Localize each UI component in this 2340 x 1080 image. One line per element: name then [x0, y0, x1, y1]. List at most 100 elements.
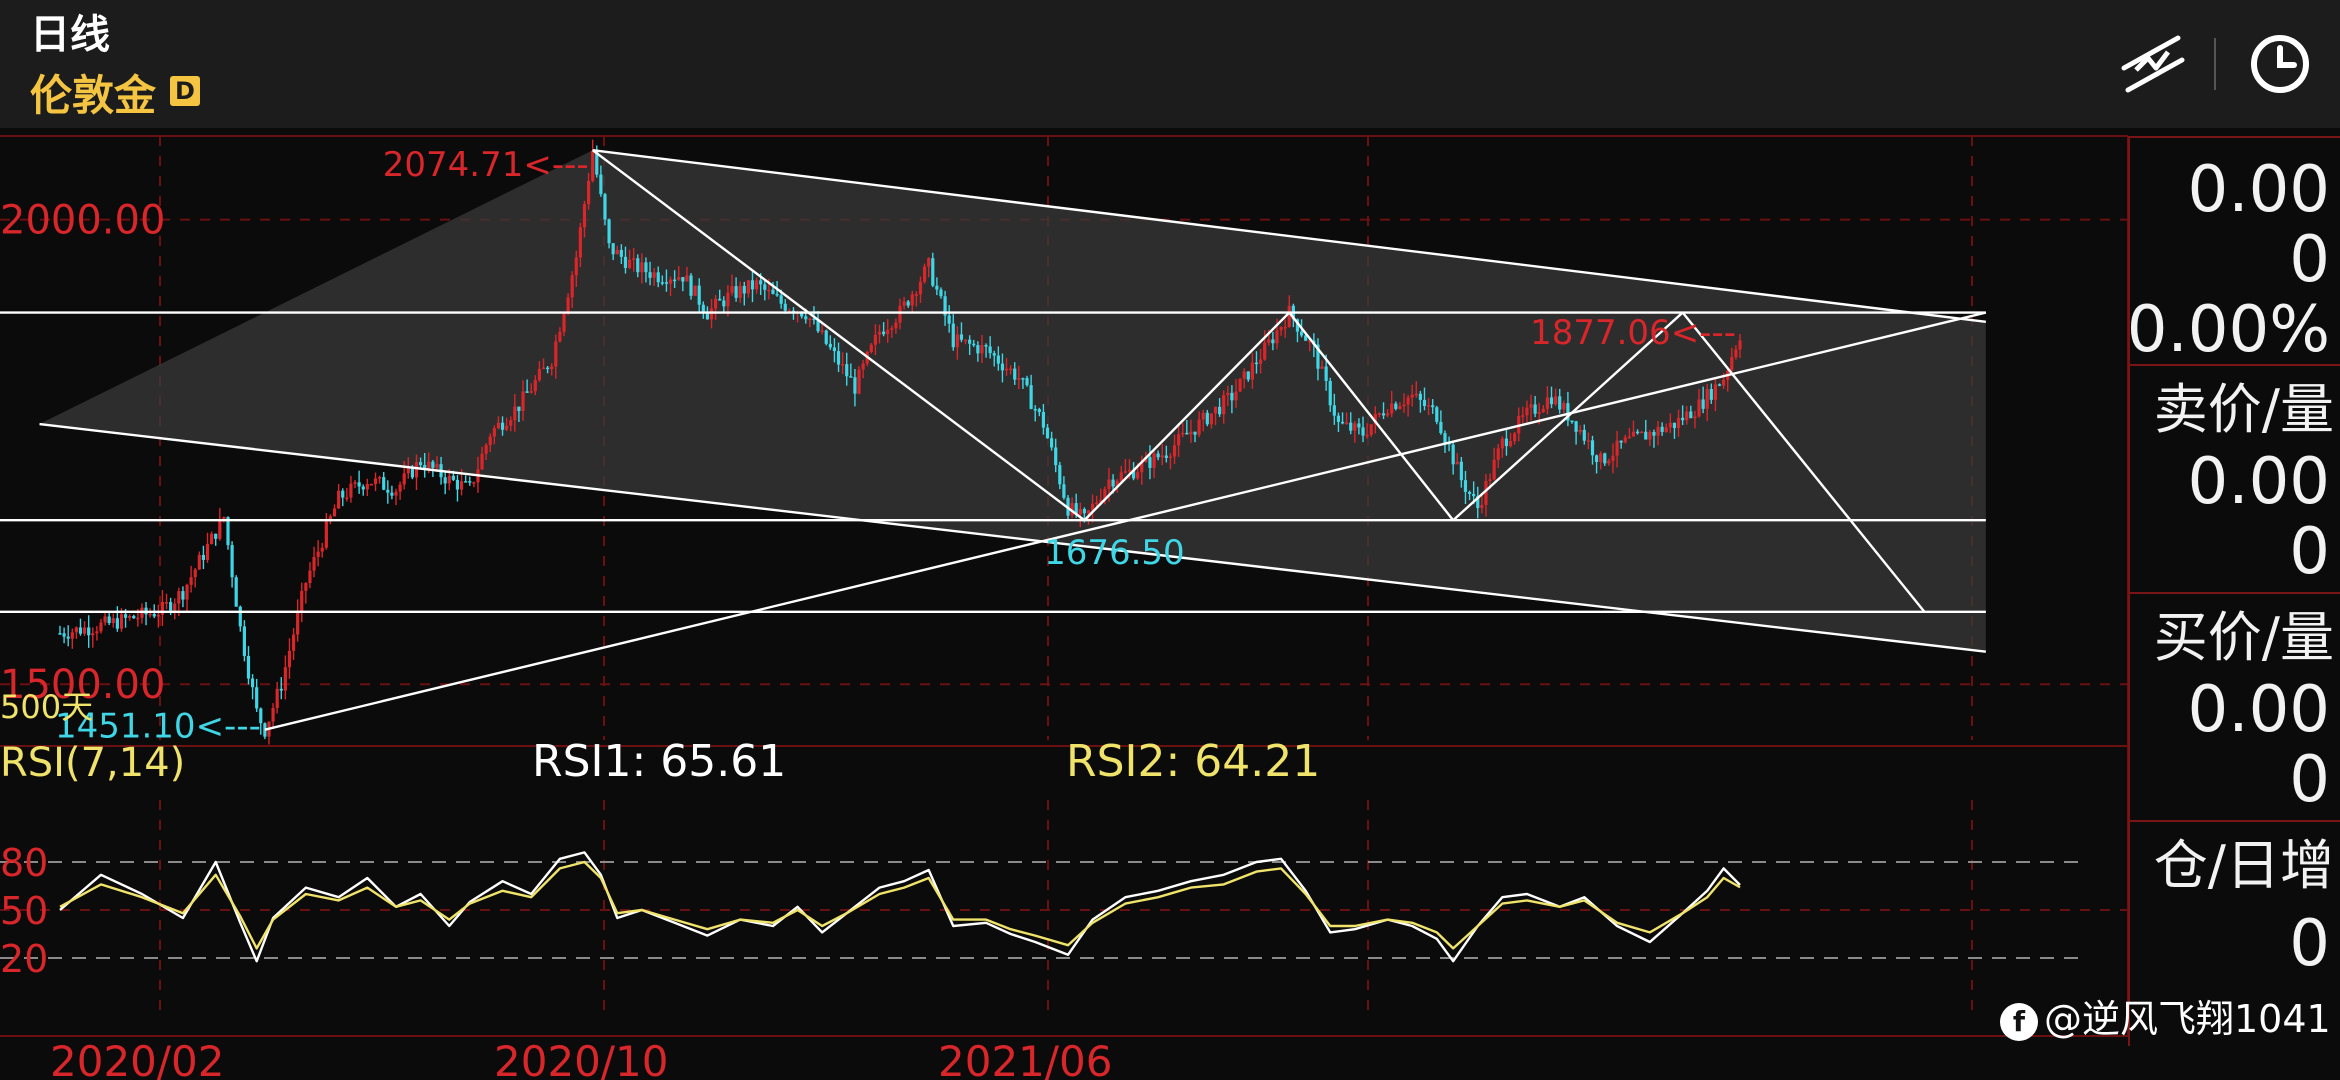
candle-body [877, 331, 882, 335]
candle-body [1549, 397, 1554, 405]
candle-body [1189, 431, 1193, 435]
rsi-tick-label: 80 [0, 841, 48, 885]
candle-body [1045, 427, 1050, 439]
candle-body [316, 551, 320, 557]
candle-body [1521, 415, 1525, 417]
candle-body [1627, 436, 1631, 439]
candle-body [1226, 392, 1230, 396]
period-badge: D [170, 76, 200, 106]
candle-body [382, 477, 386, 490]
candle-body [1078, 508, 1082, 515]
candle-body [1054, 447, 1058, 466]
candle-body [1533, 404, 1537, 414]
candle-body [824, 330, 828, 344]
candle-body [1181, 432, 1185, 435]
candle-body [771, 289, 775, 294]
candle-body [898, 305, 902, 323]
candle-body [337, 490, 341, 509]
candle-body [1263, 342, 1267, 360]
candle-body [562, 313, 566, 332]
candle-body [91, 633, 95, 636]
candle-body [1652, 432, 1656, 436]
candle-body [320, 547, 324, 552]
candle-body [685, 275, 689, 282]
candle-body [550, 366, 554, 370]
ask-volume: 0 [2289, 515, 2330, 589]
candle-body [1390, 403, 1394, 414]
candle-body [931, 258, 935, 286]
candle-body [418, 462, 423, 465]
candle-body [1660, 426, 1664, 432]
candle-body [451, 475, 455, 480]
candle-body [1111, 479, 1115, 487]
quote-summary: 0.00 0 0.00% [2127, 136, 2340, 366]
candle-body [619, 249, 623, 257]
candle-body [1431, 405, 1435, 408]
candle-body [853, 377, 857, 394]
candle-body [1205, 412, 1209, 425]
candle-body [980, 345, 984, 354]
candle-body [197, 554, 201, 570]
price-chart[interactable]: 2074.71<---1451.10<---1676.501877.06<---… [0, 128, 2128, 1080]
trendline-draw-icon[interactable] [2118, 28, 2190, 100]
candle-body [992, 353, 996, 356]
candle-body [1377, 413, 1382, 415]
candle-body [570, 275, 574, 298]
candle-body [378, 477, 382, 479]
candle-body [1369, 424, 1373, 435]
candle-body [808, 318, 812, 321]
candle-body [1324, 366, 1328, 381]
period-label[interactable]: 日线 [30, 2, 110, 60]
candle-body [886, 329, 890, 335]
candle-body [1607, 460, 1611, 464]
candle-body [1119, 472, 1123, 481]
candle-body [632, 258, 636, 260]
candle-body [492, 428, 496, 437]
rsi-tick-label: 20 [0, 937, 48, 981]
candle-body [947, 315, 951, 324]
candle-body [529, 391, 533, 393]
candle-body [271, 707, 275, 722]
candle-body [636, 258, 640, 273]
price-change: 0 [2289, 223, 2330, 297]
candle-body [99, 622, 103, 632]
candle-body [1426, 405, 1431, 407]
candle-body [1713, 384, 1718, 400]
candle-body [177, 591, 181, 604]
candle-body [1287, 305, 1291, 327]
annotation-high: 2074.71<--- [383, 145, 589, 185]
candle-body [1640, 431, 1644, 434]
candle-body [1275, 330, 1279, 344]
candle-body [1222, 395, 1226, 415]
bid-volume: 0 [2289, 743, 2330, 817]
candle-body [279, 688, 283, 691]
candle-body [1246, 371, 1250, 380]
candle-body [754, 280, 759, 290]
candle-body [648, 272, 652, 278]
candle-body [132, 615, 136, 619]
candle-body [779, 295, 783, 304]
candle-body [1000, 363, 1005, 371]
candle-body [1386, 413, 1390, 416]
candle-body [123, 614, 128, 618]
candle-body [173, 603, 177, 611]
candle-body [128, 615, 132, 618]
open-interest-value: 0 [2289, 907, 2330, 981]
candle-body [496, 422, 501, 429]
candle-body [275, 688, 279, 708]
candle-body [1013, 368, 1017, 380]
candle-body [1635, 431, 1640, 434]
candle-body [525, 391, 529, 393]
candle-body [849, 376, 853, 378]
candle-body [1271, 339, 1275, 344]
candle-body [828, 343, 832, 348]
candle-body [509, 420, 513, 426]
candle-body [603, 194, 607, 220]
candle-body [435, 464, 439, 468]
candle-body [230, 545, 234, 578]
candle-body [246, 655, 251, 679]
clock-icon[interactable] [2244, 28, 2316, 100]
candle-body [996, 355, 1000, 364]
candle-body [746, 280, 750, 294]
symbol-name[interactable]: 伦敦金 [30, 62, 156, 123]
